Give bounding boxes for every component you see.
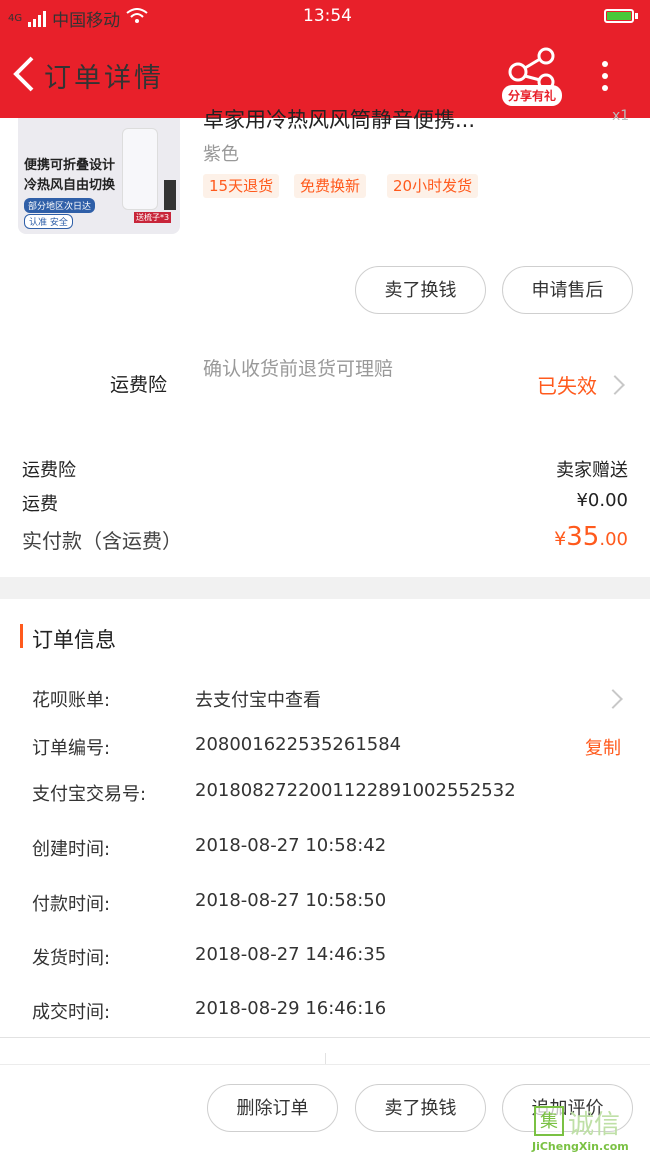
apply-after-sale-button[interactable]: 申请售后: [502, 266, 633, 314]
page-title: 订单详情: [44, 63, 164, 94]
order-info-title: 订单信息: [32, 628, 116, 652]
shipped-time: 2018-08-27 14:46:35: [195, 944, 387, 965]
paid-time: 2018-08-27 10:58:50: [195, 890, 387, 911]
info-label: 发货时间:: [32, 948, 111, 969]
product-quantity: x1: [612, 108, 630, 124]
battery-icon: [604, 9, 634, 23]
watermark-logo-icon: 集: [534, 1106, 564, 1136]
service-tag: 20小时发货: [387, 174, 479, 198]
total-paid-label: 实付款（含运费）: [22, 529, 182, 553]
comb-image: [164, 180, 176, 210]
status-bar: 4G 中国移动 13:54: [0, 0, 650, 34]
divider: [0, 1064, 650, 1065]
completed-time: 2018-08-29 16:46:16: [195, 998, 387, 1019]
shipping-insurance-desc: 确认收货前退货可理赔: [203, 358, 394, 380]
sell-for-cash-button[interactable]: 卖了换钱: [355, 266, 486, 314]
total-paid-amount: ¥35.00: [554, 522, 628, 552]
delete-order-button[interactable]: 删除订单: [207, 1084, 338, 1132]
info-label: 订单编号:: [32, 738, 111, 759]
clock: 13:54: [303, 6, 352, 26]
more-options-icon[interactable]: [598, 58, 612, 98]
service-tag: 15天退货: [203, 174, 280, 198]
site-watermark: 集 诚信 JiChengXin.com: [528, 1100, 650, 1155]
summary-label: 运费险: [22, 460, 76, 481]
back-arrow-icon[interactable]: [10, 55, 38, 93]
summary-value: ¥0.00: [576, 490, 628, 511]
shipping-insurance-status[interactable]: 已失效: [537, 370, 597, 399]
shipping-insurance-label: 运费险: [110, 374, 168, 396]
product-title[interactable]: 卓家用冷热风风筒静音便携...: [203, 104, 475, 134]
info-label: 创建时间:: [32, 839, 111, 860]
info-label: 支付宝交易号:: [32, 784, 147, 805]
huabei-bill-link[interactable]: 去支付宝中查看: [195, 686, 321, 712]
copy-button[interactable]: 复制: [585, 734, 621, 760]
summary-label: 运费: [22, 494, 58, 515]
share-reward-badge[interactable]: 分享有礼: [502, 85, 563, 106]
signal-icon: [28, 10, 47, 27]
order-number: 208001622535261584: [195, 734, 402, 755]
summary-value: 卖家赠送: [556, 460, 628, 481]
divider: [0, 1037, 650, 1038]
section-accent-bar: [20, 624, 23, 648]
chevron-right-icon[interactable]: [605, 375, 625, 395]
sell-for-cash-button[interactable]: 卖了换钱: [355, 1084, 486, 1132]
hair-dryer-image: [122, 128, 158, 210]
carrier-name: 中国移动: [52, 11, 121, 31]
section-divider: [0, 577, 650, 599]
network-type: 4G: [8, 13, 23, 24]
alipay-trade-number: 2018082722001122891002552532: [195, 780, 516, 801]
info-label: 花呗账单:: [32, 690, 111, 711]
product-sku-color: 紫色: [203, 144, 239, 165]
info-label: 付款时间:: [32, 894, 111, 915]
info-label: 成交时间:: [32, 1002, 111, 1023]
created-time: 2018-08-27 10:58:42: [195, 835, 387, 856]
chevron-right-icon[interactable]: [603, 689, 623, 709]
wifi-icon: [126, 8, 148, 29]
product-thumbnail[interactable]: 便携可折叠设计 冷热风自由切换 部分地区次日达 认准 安全 送梳子*3: [18, 118, 180, 234]
service-tag: 免费换新: [294, 174, 367, 198]
